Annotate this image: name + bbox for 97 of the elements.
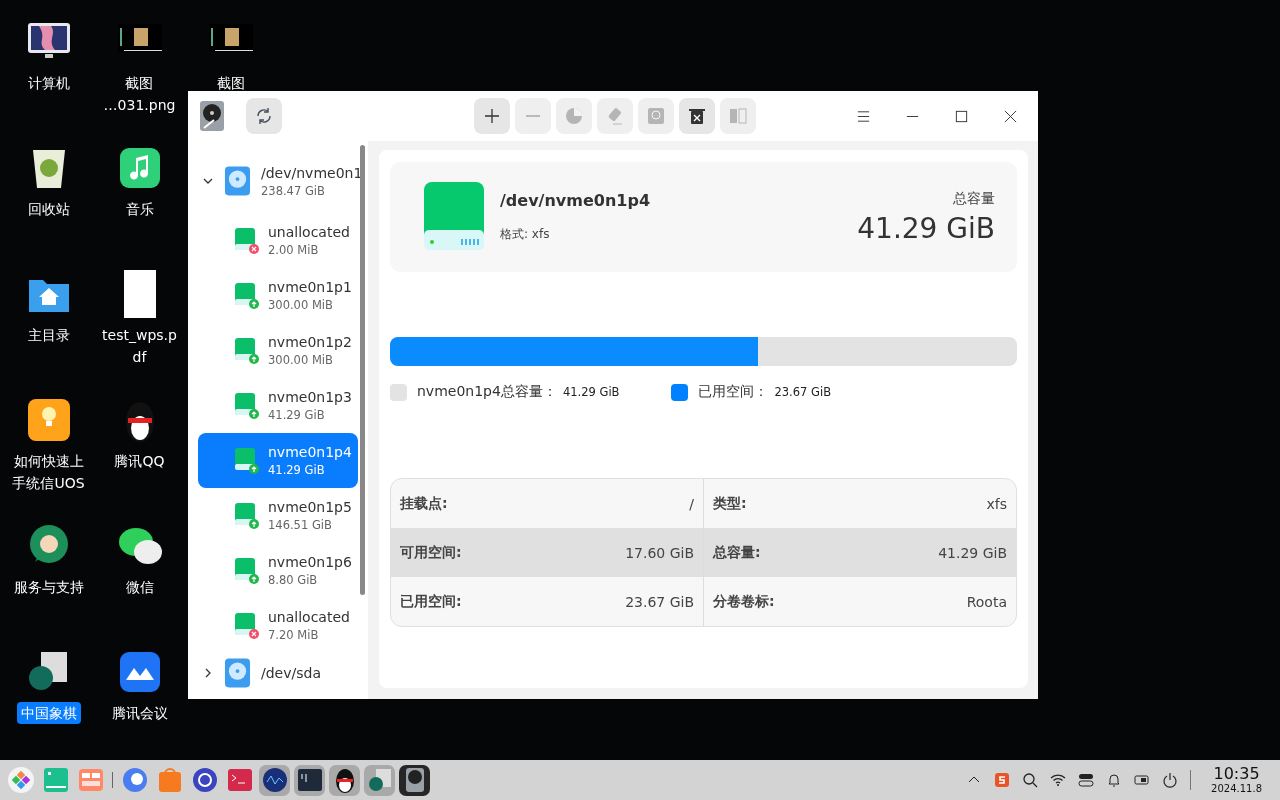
plus-icon bbox=[482, 106, 502, 126]
format-label: 格式: xfs bbox=[500, 226, 551, 243]
menu-icon[interactable] bbox=[856, 108, 871, 124]
disk-icon-button[interactable] bbox=[399, 764, 430, 796]
pie-chart-icon bbox=[564, 106, 584, 126]
power-icon[interactable] bbox=[1162, 772, 1179, 788]
drive-error-icon bbox=[234, 611, 260, 640]
close-icon[interactable] bbox=[1003, 108, 1018, 124]
desktop-icon-label[interactable]: 服务与支持 bbox=[9, 576, 88, 598]
disk-item[interactable]: /dev/nvme0n1 238.47 GiB bbox=[188, 161, 368, 201]
desktop-icon-label[interactable]: 截图 …031.png bbox=[99, 72, 180, 116]
partition-size: 300.00 MiB bbox=[268, 297, 334, 314]
partition-item[interactable]: nvme0n1p5 146.51 GiB bbox=[198, 488, 358, 543]
chess-board-icon-button[interactable] bbox=[364, 764, 395, 796]
info-label: 分卷卷标: bbox=[713, 592, 775, 611]
desktop-icon-label[interactable]: 截图 bbox=[212, 72, 249, 94]
partition-item[interactable]: nvme0n1p6 8.80 GiB bbox=[198, 543, 358, 598]
delete-button[interactable] bbox=[679, 98, 715, 134]
info-label: 类型: bbox=[713, 494, 747, 513]
desktop-icon-label[interactable]: 音乐 bbox=[121, 198, 158, 220]
info-value: 23.67 GiB bbox=[625, 593, 694, 610]
minus-icon bbox=[526, 115, 540, 117]
drive-refresh-icon bbox=[646, 106, 666, 126]
partition-item[interactable]: unallocated 7.20 MiB bbox=[198, 598, 358, 653]
info-value: 41.29 GiB bbox=[938, 544, 1007, 561]
info-value: Roota bbox=[966, 593, 1007, 610]
partition-item[interactable]: unallocated 2.00 MiB bbox=[198, 213, 358, 268]
search-icon[interactable] bbox=[1022, 772, 1039, 788]
launcher-icon-button[interactable] bbox=[5, 764, 36, 796]
desktop-icon-label[interactable]: 腾讯会议 bbox=[107, 702, 172, 724]
desktop-icon-label[interactable]: test_wps.p df bbox=[98, 324, 181, 368]
partition-name: nvme0n1p5 bbox=[268, 498, 352, 517]
desktop-icon-label[interactable]: 微信 bbox=[121, 576, 158, 598]
partition-size: 2.00 MiB bbox=[268, 242, 320, 259]
disk-item[interactable]: /dev/sda bbox=[188, 653, 368, 693]
partition-item[interactable]: nvme0n1p1 300.00 MiB bbox=[198, 268, 358, 323]
info-label: 已用空间: bbox=[400, 592, 462, 611]
partition-title: /dev/nvme0n1p4 bbox=[500, 191, 650, 210]
info-value: 17.60 GiB bbox=[625, 544, 694, 561]
disk-name: /dev/nvme0n1 bbox=[261, 163, 363, 183]
desktop-icon-label[interactable]: 主目录 bbox=[23, 324, 74, 346]
wifi-icon[interactable] bbox=[1050, 772, 1067, 788]
info-label: 挂载点: bbox=[400, 494, 448, 513]
info-label: 总容量: bbox=[713, 543, 761, 562]
partition-item[interactable]: nvme0n1p4 41.29 GiB bbox=[198, 433, 358, 488]
desktop-icon-label[interactable]: 中国象棋 bbox=[16, 702, 81, 724]
partition-name: nvme0n1p2 bbox=[268, 333, 352, 352]
partition-name: nvme0n1p6 bbox=[268, 553, 352, 572]
desktop-icon-label[interactable]: 计算机 bbox=[23, 72, 74, 94]
partition-name: unallocated bbox=[268, 223, 350, 242]
split-panel-icon bbox=[728, 106, 748, 126]
maximize-icon[interactable] bbox=[954, 108, 969, 124]
add-button[interactable] bbox=[474, 98, 510, 134]
clock[interactable]: 10:35 2024.11.8 bbox=[1203, 765, 1270, 795]
refresh-icon bbox=[254, 106, 274, 126]
partition-size: 7.20 MiB bbox=[268, 627, 320, 644]
info-label: 可用空间: bbox=[400, 543, 462, 562]
legend-value: 41.29 GiB bbox=[562, 385, 620, 399]
legend-label: 已用空间： bbox=[698, 383, 769, 401]
drive-mounted-icon bbox=[234, 281, 260, 310]
partition-item[interactable]: nvme0n1p2 300.00 MiB bbox=[198, 323, 358, 378]
refresh-button[interactable] bbox=[246, 98, 282, 134]
terminal-icon-button[interactable] bbox=[294, 764, 325, 796]
drive-mounted-icon bbox=[234, 501, 260, 530]
desktop-icon-label[interactable]: 回收站 bbox=[23, 198, 74, 220]
legend-label: nvme0n1p4总容量： bbox=[417, 383, 557, 401]
disk-size: 238.47 GiB bbox=[261, 182, 326, 200]
scrollbar[interactable] bbox=[360, 145, 365, 595]
cpu-gauge-icon-button[interactable] bbox=[259, 764, 290, 796]
partition-size: 300.00 MiB bbox=[268, 352, 334, 369]
info-value: / bbox=[689, 495, 694, 512]
info-value: xfs bbox=[986, 495, 1007, 512]
toggle-icon[interactable] bbox=[1078, 772, 1095, 788]
battery-icon[interactable] bbox=[1134, 772, 1151, 788]
partition-name: nvme0n1p1 bbox=[268, 278, 352, 297]
partition-size: 41.29 GiB bbox=[268, 407, 326, 424]
partition-size: 41.29 GiB bbox=[268, 462, 326, 479]
desktop-icon-label[interactable]: 如何快速上 手统信UOS bbox=[8, 450, 89, 494]
partition-name: unallocated bbox=[268, 608, 350, 627]
drive-mounted-icon bbox=[234, 391, 260, 420]
desktop-icon-label[interactable]: 腾讯QQ bbox=[110, 450, 169, 472]
legend-value: 23.67 GiB bbox=[774, 385, 832, 399]
drive-mounted-icon bbox=[234, 336, 260, 365]
disk-name: /dev/sda bbox=[261, 664, 321, 683]
drive-error-icon bbox=[234, 226, 260, 255]
input-method-icon[interactable] bbox=[994, 772, 1011, 788]
penguin-icon-button[interactable] bbox=[329, 764, 360, 796]
partition-name: nvme0n1p3 bbox=[268, 388, 352, 407]
trash-icon bbox=[687, 106, 707, 126]
total-capacity-value: 41.29 GiB bbox=[857, 211, 995, 245]
partition-size: 8.80 GiB bbox=[268, 572, 319, 589]
drive-mounted-icon bbox=[234, 446, 260, 475]
drive-mounted-icon bbox=[234, 556, 260, 585]
partition-name: nvme0n1p4 bbox=[268, 443, 352, 462]
total-capacity-label: 总容量 bbox=[953, 189, 995, 208]
partition-item[interactable]: nvme0n1p3 41.29 GiB bbox=[198, 378, 358, 433]
partition-size: 146.51 GiB bbox=[268, 517, 333, 534]
